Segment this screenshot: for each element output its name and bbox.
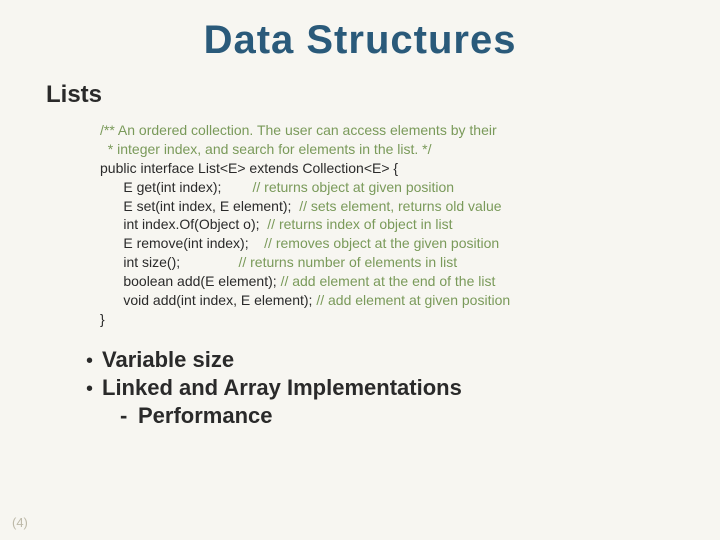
code-line: public interface List<E> extends Collect… <box>100 159 680 178</box>
bullet-text: Variable size <box>102 347 234 373</box>
code-line: boolean add(E element); // add element a… <box>100 272 680 291</box>
code-line: void add(int index, E element); // add e… <box>100 291 680 310</box>
code-line: E remove(int index); // removes object a… <box>100 234 680 253</box>
list-item: • Linked and Array Implementations <box>86 375 680 401</box>
code-line: int size(); // returns number of element… <box>100 253 680 272</box>
page-number: (4) <box>12 515 28 530</box>
slide-title: Data Structures <box>40 18 680 63</box>
bullet-list: • Variable size • Linked and Array Imple… <box>86 347 680 429</box>
code-block: /** An ordered collection. The user can … <box>100 121 680 329</box>
code-line: E get(int index); // returns object at g… <box>100 178 680 197</box>
slide: Data Structures Lists /** An ordered col… <box>0 0 720 540</box>
code-comment: * integer index, and search for elements… <box>100 140 680 159</box>
code-line: int index.Of(Object o); // returns index… <box>100 215 680 234</box>
bullet-icon: • <box>86 379 102 399</box>
bullet-text: Linked and Array Implementations <box>102 375 462 401</box>
sub-list-item: - Performance <box>120 403 680 429</box>
code-comment: /** An ordered collection. The user can … <box>100 121 680 140</box>
bullet-icon: • <box>86 351 102 371</box>
code-line: } <box>100 310 680 329</box>
code-line: E set(int index, E element); // sets ele… <box>100 197 680 216</box>
list-item: • Variable size <box>86 347 680 373</box>
section-heading: Lists <box>46 81 680 109</box>
sub-bullet-text: Performance <box>138 403 273 429</box>
dash-icon: - <box>120 403 138 429</box>
